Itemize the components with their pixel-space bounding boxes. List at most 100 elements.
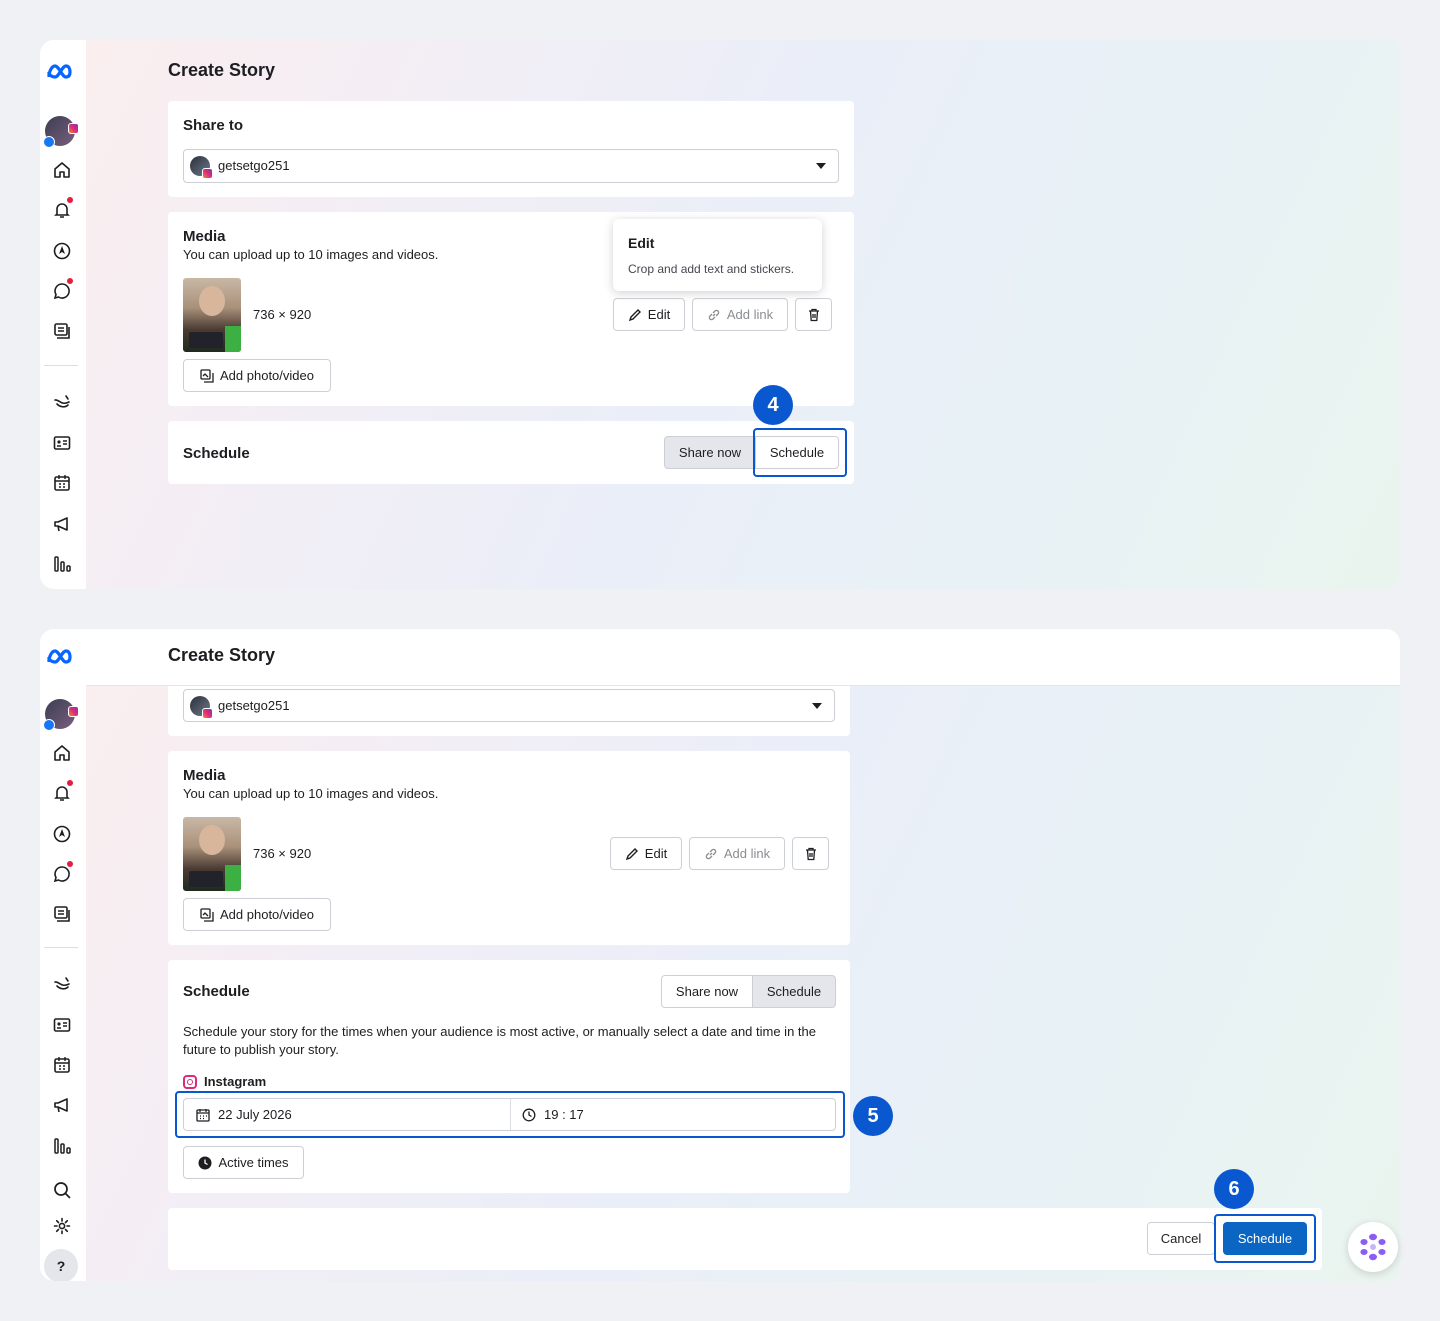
- trash-icon: [808, 308, 819, 321]
- megaphone-icon[interactable]: [51, 1094, 73, 1116]
- insights-icon[interactable]: [51, 1135, 73, 1157]
- account-avatar-icon: [190, 156, 213, 179]
- active-times-button[interactable]: Active times: [183, 1146, 304, 1179]
- media-subtitle: You can upload up to 10 images and video…: [183, 786, 439, 801]
- add-media-icon: [200, 907, 214, 922]
- home-icon[interactable]: [51, 159, 73, 181]
- platform-name: Instagram: [204, 1074, 267, 1089]
- highlight-box-6: [1214, 1214, 1316, 1263]
- highlight-box-4: [753, 428, 847, 477]
- compass-icon[interactable]: [51, 823, 73, 845]
- ads-icon[interactable]: [51, 973, 73, 995]
- add-media-icon: [200, 368, 214, 383]
- account-avatar-icon: [190, 696, 213, 719]
- add-photo-video-button[interactable]: Add photo/video: [183, 898, 331, 931]
- step-badge-5: 5: [853, 1096, 893, 1136]
- active-times-label: Active times: [218, 1155, 289, 1170]
- edit-tooltip: Edit Crop and add text and stickers.: [613, 219, 822, 291]
- account-avatar[interactable]: [43, 116, 79, 148]
- cancel-button[interactable]: Cancel: [1147, 1222, 1215, 1255]
- media-thumbnail[interactable]: [183, 278, 241, 352]
- left-rail: ?: [40, 629, 86, 1281]
- chat-icon[interactable]: [51, 278, 73, 302]
- pencil-icon: [625, 847, 638, 860]
- edit-button[interactable]: Edit: [610, 837, 682, 870]
- media-card: Media You can upload up to 10 images and…: [168, 751, 850, 945]
- footer-bar: Cancel Schedule: [168, 1208, 1322, 1270]
- posts-icon[interactable]: [51, 320, 73, 342]
- account-select[interactable]: getsetgo251: [183, 689, 835, 722]
- step-badge-4: 4: [753, 385, 793, 425]
- help-icon[interactable]: ?: [44, 1249, 78, 1281]
- step-badge-6: 6: [1214, 1169, 1254, 1209]
- add-link-button[interactable]: Add link: [689, 837, 785, 870]
- schedule-description: Schedule your story for the times when y…: [183, 1024, 816, 1057]
- schedule-title: Schedule: [183, 445, 250, 462]
- media-title: Media: [183, 767, 226, 784]
- caret-down-icon: [816, 163, 826, 169]
- trash-icon: [805, 847, 816, 860]
- tooltip-text: Crop and add text and stickers.: [628, 262, 795, 276]
- add-photo-video-label: Add photo/video: [220, 368, 314, 383]
- flower-icon: [1360, 1233, 1386, 1261]
- add-link-button[interactable]: Add link: [692, 298, 788, 331]
- gear-icon[interactable]: [51, 1215, 73, 1237]
- chat-icon[interactable]: [51, 861, 73, 885]
- share-now-toggle[interactable]: Share now: [664, 436, 756, 469]
- panel-steps-5-6: Create Story ? getsetgo251 Media You can…: [40, 629, 1400, 1281]
- contact-icon[interactable]: [51, 432, 73, 454]
- add-link-label: Add link: [726, 307, 774, 322]
- compass-icon[interactable]: [51, 240, 73, 262]
- calendar-icon[interactable]: [51, 472, 73, 494]
- home-icon[interactable]: [51, 742, 73, 764]
- insights-icon[interactable]: [51, 553, 73, 575]
- highlight-box-5: [175, 1091, 845, 1138]
- edit-label: Edit: [644, 846, 668, 861]
- assistant-button[interactable]: [1348, 1222, 1398, 1272]
- share-to-title: Share to: [183, 117, 244, 134]
- schedule-title: Schedule: [183, 983, 250, 1000]
- add-photo-video-label: Add photo/video: [220, 907, 314, 922]
- pencil-icon: [628, 308, 641, 321]
- media-subtitle: You can upload up to 10 images and video…: [183, 247, 439, 262]
- bell-icon[interactable]: [51, 197, 73, 221]
- share-to-card: Share to getsetgo251: [168, 101, 854, 197]
- instagram-icon: [183, 1074, 197, 1089]
- contact-icon[interactable]: [51, 1014, 73, 1036]
- meta-logo-icon[interactable]: [45, 60, 79, 84]
- media-dimensions: 736 × 920: [253, 307, 312, 322]
- edit-label: Edit: [647, 307, 671, 322]
- account-name: getsetgo251: [218, 158, 290, 173]
- schedule-card: Schedule Share now Schedule Schedule you…: [168, 960, 850, 1193]
- panel-step-4: Create Story Share to getsetgo251 Media …: [40, 40, 1400, 589]
- schedule-toggle[interactable]: Schedule: [752, 975, 836, 1008]
- clock-filled-icon: [198, 1156, 212, 1169]
- left-rail: [40, 40, 86, 589]
- link-icon: [705, 848, 717, 859]
- edit-button[interactable]: Edit: [613, 298, 685, 331]
- platform-label: Instagram: [183, 1074, 266, 1089]
- calendar-icon[interactable]: [51, 1054, 73, 1076]
- posts-icon[interactable]: [51, 903, 73, 925]
- megaphone-icon[interactable]: [51, 513, 73, 535]
- schedule-card: Schedule Share now Schedule: [168, 421, 854, 484]
- meta-logo-icon[interactable]: [45, 645, 79, 669]
- media-title: Media: [183, 228, 226, 245]
- account-avatar[interactable]: [43, 699, 79, 731]
- media-thumbnail[interactable]: [183, 817, 241, 891]
- link-icon: [708, 309, 720, 320]
- share-now-toggle[interactable]: Share now: [661, 975, 753, 1008]
- ads-icon[interactable]: [51, 391, 73, 413]
- delete-button[interactable]: [795, 298, 832, 331]
- add-photo-video-button[interactable]: Add photo/video: [183, 359, 331, 392]
- search-icon[interactable]: [51, 1179, 73, 1201]
- add-link-label: Add link: [723, 846, 771, 861]
- bell-icon[interactable]: [51, 780, 73, 804]
- header-bar: [86, 629, 1400, 686]
- account-name: getsetgo251: [218, 698, 290, 713]
- account-select[interactable]: getsetgo251: [183, 149, 839, 183]
- tooltip-title: Edit: [628, 235, 655, 251]
- delete-button[interactable]: [792, 837, 829, 870]
- page-title: Create Story: [168, 645, 276, 665]
- page-title: Create Story: [168, 60, 276, 80]
